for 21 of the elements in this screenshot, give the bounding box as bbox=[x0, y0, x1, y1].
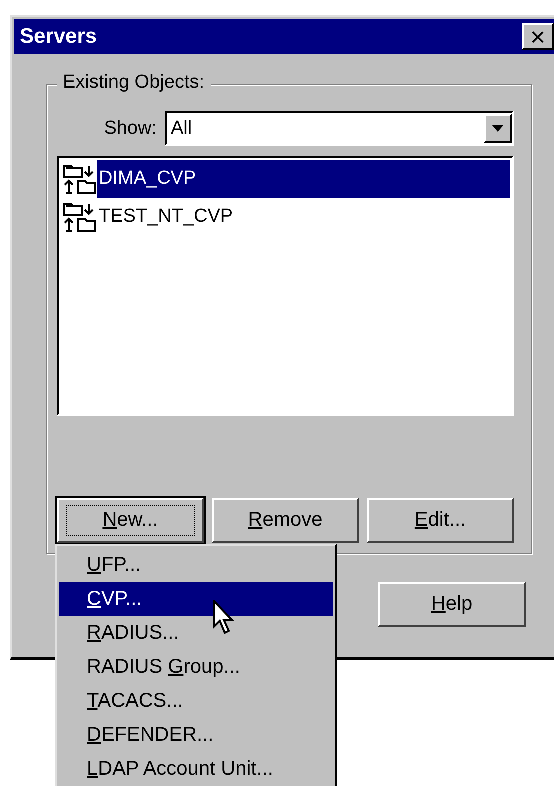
show-label: Show: bbox=[104, 118, 157, 140]
close-button[interactable]: × bbox=[522, 23, 554, 50]
server-folders-icon bbox=[61, 200, 97, 234]
menu-item[interactable]: LDAP Account Unit... bbox=[59, 752, 333, 786]
show-dropdown[interactable]: All bbox=[165, 111, 514, 146]
action-button[interactable]: New... bbox=[57, 498, 204, 543]
menu-item[interactable]: UFP... bbox=[59, 548, 333, 582]
group-title: Existing Objects: bbox=[57, 72, 210, 94]
action-button[interactable]: Remove bbox=[212, 498, 359, 543]
menu-item[interactable]: RADIUS Group... bbox=[59, 650, 333, 684]
menu-item[interactable]: CVP... bbox=[59, 582, 333, 616]
cursor-icon bbox=[213, 600, 235, 636]
menu-item[interactable]: RADIUS... bbox=[59, 616, 333, 650]
help-button[interactable]: Help bbox=[378, 582, 526, 627]
list-item[interactable]: TEST_NT_CVP bbox=[97, 198, 510, 236]
menu-item[interactable]: TACACS... bbox=[59, 684, 333, 718]
action-button[interactable]: Edit... bbox=[367, 498, 514, 543]
window-title: Servers bbox=[20, 24, 98, 48]
list-item[interactable]: DIMA_CVP bbox=[97, 160, 510, 198]
server-folders-icon bbox=[61, 162, 97, 196]
menu-item[interactable]: DEFENDER... bbox=[59, 718, 333, 752]
